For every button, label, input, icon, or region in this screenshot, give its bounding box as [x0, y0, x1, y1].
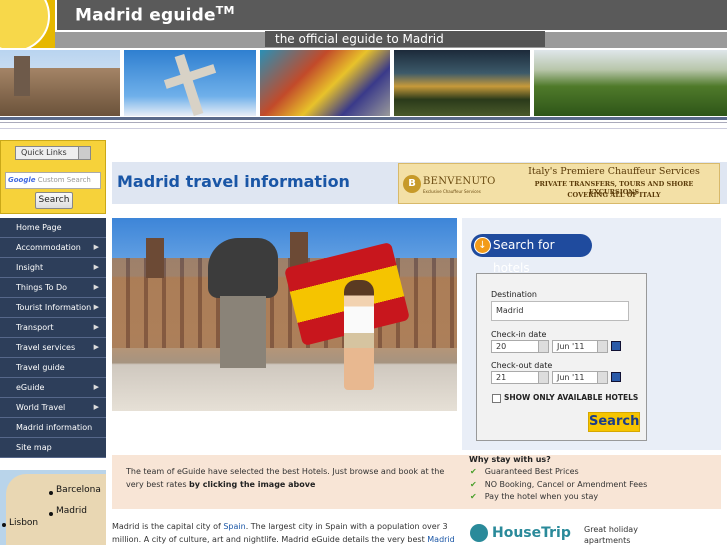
header-photo-strip — [0, 50, 727, 116]
header-photo-graffiti — [260, 50, 390, 116]
hotel-search-form: Destination Madrid Check-in date 20 Jun … — [476, 273, 647, 441]
map-marker — [49, 512, 53, 516]
chevron-down-icon — [597, 372, 607, 383]
check-icon: ✔ — [470, 467, 477, 476]
search-input[interactable]: Google Custom Search — [5, 172, 101, 189]
why-item: ✔ NO Booking, Cancel or Amendment Fees — [470, 480, 648, 489]
hotel-search-submit-button[interactable]: Search — [588, 412, 640, 432]
nav-item-travel-services[interactable]: Travel services ▶ — [0, 338, 106, 358]
why-item: ✔ Pay the hotel when you stay — [470, 492, 599, 501]
ad-line: COVERING ALL OF ITALY — [567, 191, 661, 199]
tagline: the official eguide to Madrid — [265, 31, 545, 47]
chevron-right-icon: ▶ — [93, 303, 99, 311]
header-photo-monument-cross — [124, 50, 256, 116]
checkin-month-select[interactable]: Jun '11 — [552, 340, 608, 353]
site-header: Madrid eguideTM the official eguide to M… — [0, 0, 727, 132]
housetrip-brand: HouseTrip — [492, 525, 571, 541]
destination-input[interactable]: Madrid — [491, 301, 629, 321]
chevron-right-icon: ▶ — [93, 403, 99, 411]
header-photo-gardens — [534, 50, 727, 116]
nav-item-home[interactable]: Home Page — [0, 218, 106, 238]
header-photo-retiro-lake — [394, 50, 530, 116]
housetrip-text: Great holiday apartments — [584, 525, 638, 545]
arrow-down-icon: ↓ — [474, 237, 491, 254]
header-divider — [0, 117, 727, 120]
chevron-right-icon: ▶ — [93, 323, 99, 331]
checkin-day-select[interactable]: 20 — [491, 340, 549, 353]
nav-item-accommodation[interactable]: Accommodation ▶ — [0, 238, 106, 258]
site-title[interactable]: Madrid eguideTM — [75, 4, 235, 26]
map-label-lisbon: Lisbon — [9, 518, 39, 528]
intro-paragraph: Madrid is the capital city of Spain. The… — [112, 520, 462, 545]
logo[interactable] — [0, 0, 55, 48]
hero-image[interactable] — [112, 218, 457, 411]
page-title: Madrid travel information — [117, 172, 350, 191]
available-only-label: SHOW ONLY AVAILABLE HOTELS — [504, 393, 639, 402]
nav-item-tourist-information[interactable]: Tourist Information ▶ — [0, 298, 106, 318]
why-item: ✔ Guaranteed Best Prices — [470, 467, 579, 476]
destination-label: Destination — [491, 290, 537, 299]
benvenuto-logo: B — [403, 175, 421, 193]
advertisement-banner[interactable]: B BENVENUTO Exclusive Chauffeur Services… — [398, 163, 720, 204]
spain-map[interactable]: Barcelona Madrid Lisbon — [0, 470, 106, 545]
header-divider — [0, 122, 727, 123]
check-icon: ✔ — [470, 480, 477, 489]
nav-item-world-travel[interactable]: World Travel ▶ — [0, 398, 106, 418]
calendar-icon[interactable] — [611, 372, 621, 382]
chevron-down-icon — [597, 341, 607, 352]
sidebar-nav: Home Page Accommodation ▶ Insight ▶ Things… — [0, 218, 106, 458]
map-marker — [49, 491, 53, 495]
chevron-down-icon — [538, 341, 548, 352]
map-label-barcelona: Barcelona — [56, 485, 101, 495]
chevron-down-icon — [538, 372, 548, 383]
nav-item-site-map[interactable]: Site map — [0, 438, 106, 458]
check-icon: ✔ — [470, 492, 477, 501]
checkin-label: Check-in date — [491, 330, 547, 339]
header-divider — [0, 128, 727, 129]
checkout-label: Check-out date — [491, 361, 553, 370]
map-label-madrid: Madrid — [56, 506, 87, 516]
chevron-down-icon — [78, 147, 90, 159]
ad-headline: Italy's Premiere Chauffeur Services — [528, 166, 700, 177]
quick-links-select[interactable]: Quick Links — [15, 146, 91, 160]
chevron-right-icon: ▶ — [93, 263, 99, 271]
checkout-day-select[interactable]: 21 — [491, 371, 549, 384]
nav-item-insight[interactable]: Insight ▶ — [0, 258, 106, 278]
nav-item-travel-guide[interactable]: Travel guide — [0, 358, 106, 378]
title-bar: Madrid eguideTM — [55, 0, 727, 30]
ad-brand-sub: Exclusive Chauffeur Services — [423, 189, 481, 194]
housetrip-logo — [470, 524, 488, 542]
checkout-month-select[interactable]: Jun '11 — [552, 371, 608, 384]
chevron-right-icon: ▶ — [93, 343, 99, 351]
available-only-checkbox[interactable] — [492, 394, 501, 403]
nav-item-madrid-information[interactable]: Madrid information — [0, 418, 106, 438]
ad-brand: BENVENUTO — [423, 176, 496, 187]
why-stay-title: Why stay with us? — [469, 455, 551, 464]
nav-item-things-to-do[interactable]: Things To Do ▶ — [0, 278, 106, 298]
search-button[interactable]: Search — [35, 192, 73, 209]
hotel-info-text: The team of eGuide have selected the bes… — [126, 467, 445, 489]
sidebar: Quick Links Google Custom Search Search … — [0, 140, 106, 545]
spain-link[interactable]: Spain — [223, 522, 245, 531]
chevron-right-icon: ▶ — [93, 383, 99, 391]
chevron-right-icon: ▶ — [93, 243, 99, 251]
sidebar-search-box: Quick Links Google Custom Search Search — [0, 140, 106, 214]
header-photo-monastery — [0, 50, 120, 116]
nav-item-eguide[interactable]: eGuide ▶ — [0, 378, 106, 398]
nav-item-transport[interactable]: Transport ▶ — [0, 318, 106, 338]
calendar-icon[interactable] — [611, 341, 621, 351]
chevron-right-icon: ▶ — [93, 283, 99, 291]
search-for-hotels-button[interactable]: ↓ Search for hotels — [471, 234, 592, 275]
map-marker — [2, 523, 6, 527]
